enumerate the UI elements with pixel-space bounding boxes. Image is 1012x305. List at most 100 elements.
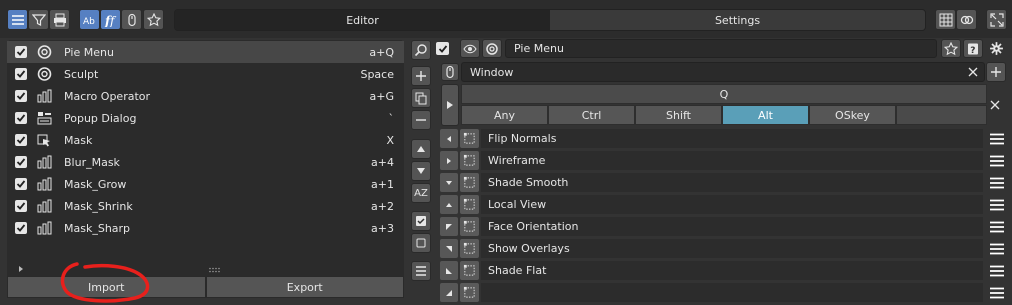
search-button[interactable] (411, 40, 431, 60)
hamburger-icon[interactable] (987, 261, 1007, 280)
preferences-gear-icon[interactable] (986, 39, 1006, 58)
enabled-checkbox[interactable] (15, 112, 27, 124)
hamburger-icon[interactable] (987, 173, 1007, 192)
direction-right-icon[interactable] (440, 151, 458, 170)
enabled-checkbox[interactable] (15, 178, 27, 190)
list-item[interactable]: Pie Menu a+Q (7, 41, 404, 63)
move-up-button[interactable] (411, 139, 431, 159)
list-view-button[interactable] (7, 9, 28, 30)
direction-down-right-icon[interactable] (440, 283, 458, 302)
ab-toggle-button[interactable]: Ab (79, 9, 100, 30)
context-close-icon[interactable] (966, 64, 980, 80)
item-label: Mask_Grow (64, 177, 127, 191)
link-button[interactable] (956, 9, 977, 30)
add-context-button[interactable] (986, 62, 1006, 82)
hamburger-icon[interactable] (987, 239, 1007, 258)
enabled-checkbox[interactable] (15, 46, 27, 58)
resize-handle-icon[interactable] (208, 263, 222, 273)
check-all-button[interactable] (411, 211, 431, 231)
menu-enabled-checkbox[interactable] (436, 42, 449, 55)
dashed-square-icon[interactable] (460, 129, 479, 148)
operator-label[interactable] (481, 283, 983, 302)
list-item[interactable]: Popup Dialog ` (7, 107, 404, 129)
favorite-menu-button[interactable] (941, 39, 961, 58)
operator-label[interactable]: Face Orientation (481, 217, 983, 236)
modifier-oskey[interactable]: OSkey (809, 105, 896, 125)
remove-hotkey-icon[interactable] (987, 95, 1003, 115)
enabled-checkbox[interactable] (15, 222, 27, 234)
hamburger-icon[interactable] (987, 151, 1007, 170)
dashed-square-icon[interactable] (460, 195, 479, 214)
list-item[interactable]: Mask_Sharp a+3 (7, 217, 404, 239)
hamburger-icon[interactable] (987, 129, 1007, 148)
list-item[interactable]: Mask X (7, 129, 404, 151)
hamburger-icon[interactable] (987, 283, 1007, 302)
direction-up-left-icon[interactable] (440, 217, 458, 236)
enabled-checkbox[interactable] (15, 90, 27, 102)
tab-settings[interactable]: Settings (550, 10, 925, 30)
operator-label[interactable]: Local View (481, 195, 983, 214)
export-button[interactable]: Export (205, 276, 404, 298)
direction-up-right-icon[interactable] (440, 239, 458, 258)
remove-item-button[interactable] (411, 110, 431, 130)
menu-type-button[interactable] (482, 39, 502, 58)
direction-up-icon[interactable] (440, 195, 458, 214)
enabled-checkbox[interactable] (15, 200, 27, 212)
dashed-square-icon[interactable] (460, 261, 479, 280)
tab-editor[interactable]: Editor (175, 10, 550, 30)
help-button[interactable]: ? (963, 39, 983, 58)
list-item[interactable]: Blur_Mask a+4 (7, 151, 404, 173)
item-hotkey: a+3 (371, 221, 394, 235)
menu-button[interactable] (411, 261, 431, 281)
star-icon (146, 12, 161, 26)
enabled-checkbox[interactable] (15, 134, 27, 146)
hamburger-icon[interactable] (987, 217, 1007, 236)
move-down-button[interactable] (411, 161, 431, 181)
direction-left-icon[interactable] (440, 129, 458, 148)
sticky-icon (36, 133, 52, 147)
operator-label[interactable]: Shade Smooth (481, 173, 983, 192)
operator-label[interactable]: Shade Flat (481, 261, 983, 280)
uncheck-all-button[interactable] (411, 233, 431, 253)
expand-triangle-icon[interactable] (17, 263, 25, 272)
modifier-alt[interactable]: Alt (722, 105, 809, 125)
list-item[interactable]: Mask_Grow a+1 (7, 173, 404, 195)
dashed-square-icon[interactable] (460, 239, 479, 258)
operator-label[interactable]: Wireframe (481, 151, 983, 170)
dashed-square-icon[interactable] (460, 217, 479, 236)
mouse-button[interactable] (121, 9, 142, 30)
add-item-button[interactable] (411, 66, 431, 86)
layout-button[interactable] (935, 9, 956, 30)
list-item[interactable]: Mask_Shrink a+2 (7, 195, 404, 217)
pie-slot-row (440, 282, 1007, 303)
visibility-toggle[interactable] (460, 39, 480, 58)
function-toggle-button[interactable]: ff (100, 9, 121, 30)
modifier-any[interactable]: Any (461, 105, 548, 125)
hotkey-expand-button[interactable] (441, 84, 459, 126)
macro-icon (36, 199, 52, 213)
filter-button[interactable] (28, 9, 49, 30)
operator-label[interactable]: Flip Normals (481, 129, 983, 148)
sort-az-button[interactable]: AZ (411, 183, 431, 203)
direction-down-icon[interactable] (440, 173, 458, 192)
operator-label[interactable]: Show Overlays (481, 239, 983, 258)
modifier-shift[interactable]: Shift (635, 105, 722, 125)
menu-name-input[interactable]: Pie Menu (505, 39, 937, 58)
hamburger-icon[interactable] (987, 195, 1007, 214)
print-button[interactable] (49, 9, 70, 30)
list-item[interactable]: Sculpt Space (7, 63, 404, 85)
modifier-ctrl[interactable]: Ctrl (548, 105, 635, 125)
enabled-checkbox[interactable] (15, 68, 27, 80)
list-item[interactable]: Macro Operator a+G (7, 85, 404, 107)
context-input[interactable]: Window (461, 62, 985, 82)
enabled-checkbox[interactable] (15, 156, 27, 168)
favorite-button[interactable] (143, 9, 164, 30)
fullscreen-button[interactable] (986, 9, 1007, 30)
dashed-square-icon[interactable] (460, 283, 479, 302)
hotkey-key-field[interactable]: Q (461, 84, 987, 104)
copy-button[interactable] (411, 88, 431, 108)
direction-down-left-icon[interactable] (440, 261, 458, 280)
dashed-square-icon[interactable] (460, 173, 479, 192)
dashed-square-icon[interactable] (460, 151, 479, 170)
context-mouse-button[interactable] (441, 63, 459, 81)
